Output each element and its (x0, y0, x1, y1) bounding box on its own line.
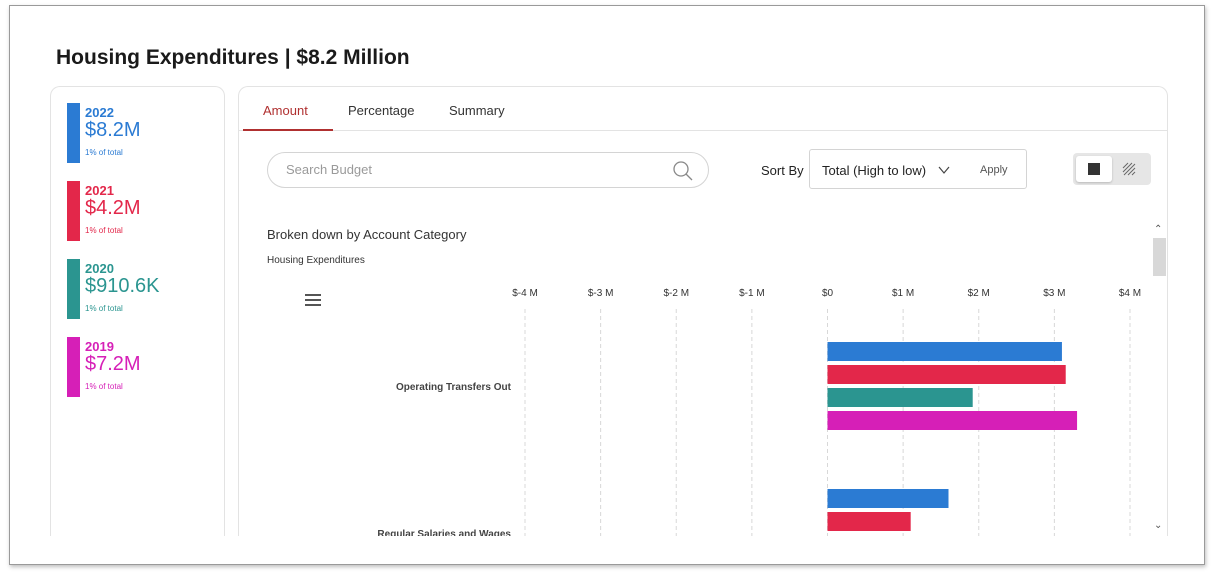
bar-2022 (827, 342, 1062, 361)
year-percent: 1% of total (85, 226, 123, 235)
year-summary-panel: 2022 $8.2M 1% of total 2021 $4.2M 1% of … (50, 86, 225, 536)
chevron-down-icon[interactable]: ⌄ (1154, 520, 1162, 531)
scroll-thumb[interactable] (1153, 238, 1166, 276)
year-amount: $4.2M (85, 197, 141, 219)
year-percent: 1% of total (85, 304, 123, 313)
year-label: 2021 (85, 183, 114, 198)
bar-2021 (827, 512, 911, 531)
year-color-bar (67, 103, 80, 163)
year-card-2022[interactable]: 2022 $8.2M 1% of total (67, 103, 217, 163)
bar-2022 (827, 489, 949, 508)
category-label: Regular Salaries and Wages (377, 529, 511, 536)
x-tick-label: $2 M (968, 288, 990, 299)
page-title: Housing Expenditures | $8.2 Million (56, 46, 410, 69)
x-tick-label: $-2 M (663, 288, 689, 299)
category-label: Operating Transfers Out (396, 382, 512, 393)
year-color-bar (67, 181, 80, 241)
year-color-bar (67, 337, 80, 397)
year-amount: $910.6K (85, 275, 160, 297)
bar-chart: $-4 M $-3 M $-2 M $-1 M $0 $1 M $2 M $3 M $4 M Op… (377, 288, 1141, 536)
year-label: 2020 (85, 261, 114, 276)
x-tick-label: $0 (822, 288, 834, 299)
year-amount: $8.2M (85, 119, 141, 141)
x-tick-label: $4 M (1119, 288, 1141, 299)
year-percent: 1% of total (85, 382, 123, 391)
x-tick-label: $-3 M (588, 288, 614, 299)
year-amount: $7.2M (85, 353, 141, 375)
chevron-up-icon[interactable]: ⌃ (1154, 224, 1162, 235)
x-tick-label: $-1 M (739, 288, 765, 299)
x-tick-label: $3 M (1043, 288, 1065, 299)
x-tick-label: $-4 M (512, 288, 538, 299)
vertical-scrollbar[interactable]: ⌃ ⌄ (1151, 222, 1167, 536)
year-label: 2022 (85, 105, 114, 120)
bar-2019 (827, 411, 1078, 430)
bar-2021 (827, 365, 1066, 384)
main-panel: Amount Percentage Summary Sort By Total … (238, 86, 1168, 536)
year-card-2020[interactable]: 2020 $910.6K 1% of total (67, 259, 217, 319)
x-tick-label: $1 M (892, 288, 914, 299)
year-color-bar (67, 259, 80, 319)
bar-2020 (827, 388, 973, 407)
year-card-2021[interactable]: 2021 $4.2M 1% of total (67, 181, 217, 241)
year-percent: 1% of total (85, 148, 123, 157)
year-card-2019[interactable]: 2019 $7.2M 1% of total (67, 337, 217, 397)
year-label: 2019 (85, 339, 114, 354)
